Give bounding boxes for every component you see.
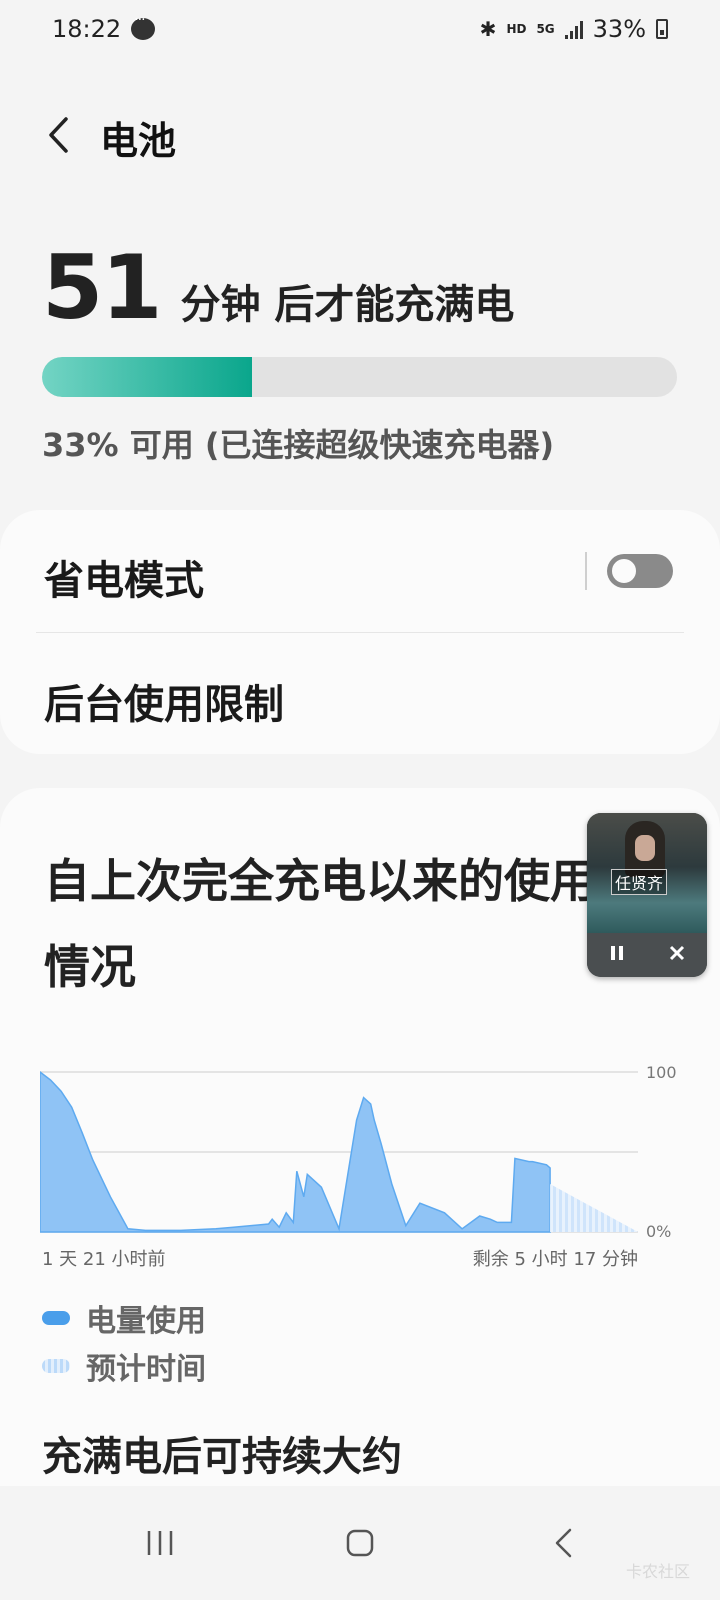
home-button[interactable] [305,1486,415,1600]
toggle-knob [610,557,638,585]
status-time: 18:22 [52,15,122,43]
usage-chart[interactable]: 100 0% [40,1060,700,1240]
back-nav-button[interactable] [508,1486,618,1600]
status-bar: 18:22 ✱ HD 5G 33% [0,0,720,58]
mini-player[interactable]: 任贤齐 [587,813,707,977]
album-art[interactable]: 任贤齐 [587,813,707,933]
close-icon[interactable] [668,943,686,968]
charge-minutes: 51 [42,236,162,339]
legend-estimate: 预计时间 [42,1344,206,1388]
chart-end-label: 剩余 5 小时 17 分钟 [472,1249,638,1270]
legend-estimate-swatch [42,1359,70,1373]
charge-time: 51 分钟 后才能充满电 [42,236,514,339]
toggle-divider [585,552,587,590]
status-left: 18:22 [52,12,156,43]
battery-status-text: 33% 可用 (已连接超级快速充电器) [42,426,555,464]
y-tick-0: 0% [646,1222,671,1240]
album-title: 任贤齐 [611,869,668,895]
battery-progress-fill [42,357,252,397]
legend-usage-label: 电量使用 [86,1304,206,1339]
chart-start-label: 1 天 21 小时前 [42,1249,166,1270]
status-right: ✱ HD 5G 33% [480,15,668,43]
watermark: 卡农社区 [626,1562,691,1581]
chevron-left-icon [49,117,68,153]
recent-apps-icon [147,1531,173,1555]
navigation-bar [0,1486,720,1600]
charge-label: 分钟 后才能充满电 [180,282,515,328]
background-limit-item[interactable]: 后台使用限制 [44,672,284,730]
legend-estimate-label: 预计时间 [86,1352,206,1387]
hd-label: HD [506,22,527,36]
power-saving-toggle[interactable] [607,554,673,588]
battery-percent: 33% [592,15,646,43]
back-nav-icon [555,1528,572,1558]
back-button[interactable] [38,110,78,160]
signal-icon [564,19,583,39]
y-tick-100: 100 [646,1063,677,1082]
pause-icon[interactable] [608,943,626,968]
estimate-area-series [550,1184,638,1232]
battery-icon [656,19,668,39]
mini-player-controls [587,933,707,977]
after-full-charge-title: 充满电后可持续大约 [42,1434,402,1480]
header: 电池 [0,100,720,170]
message-icon [131,12,156,40]
home-icon [346,1529,374,1557]
page-title: 电池 [100,119,177,163]
network-label: 5G [536,22,555,36]
power-saving-label[interactable]: 省电模式 [44,548,204,606]
bluetooth-icon: ✱ [479,17,497,41]
usage-title: 自上次完全充电以来的使用情况 [44,854,596,994]
recent-apps-button[interactable] [105,1486,215,1600]
settings-divider [36,632,684,633]
legend-usage-swatch [42,1311,70,1325]
battery-progress-bar [42,357,677,397]
legend-usage: 电量使用 [42,1296,206,1340]
